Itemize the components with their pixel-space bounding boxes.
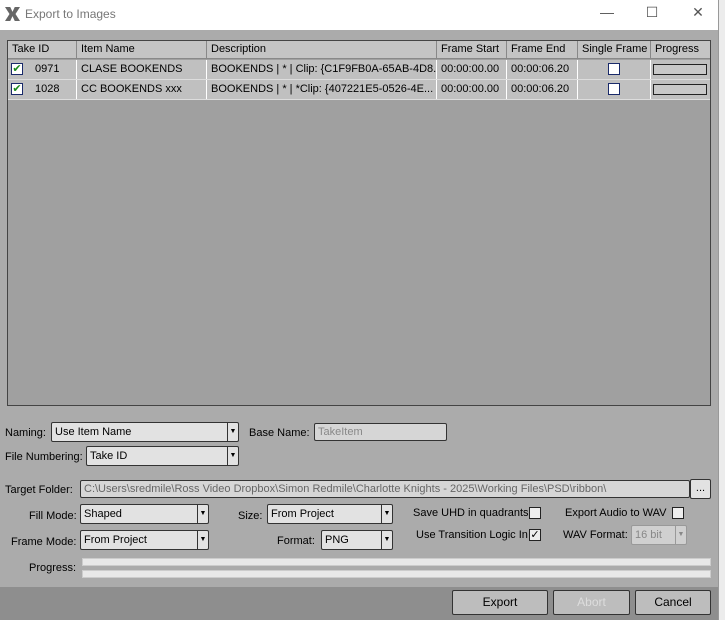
base-name-label: Base Name: bbox=[249, 427, 310, 439]
chevron-down-icon: ▼ bbox=[381, 505, 392, 523]
fill-mode-value: Shaped bbox=[84, 508, 122, 520]
col-progress[interactable]: Progress bbox=[651, 41, 710, 58]
use-transition-label: Use Transition Logic In bbox=[416, 529, 528, 541]
wav-format-value: 16 bit bbox=[635, 529, 662, 541]
wav-format-label: WAV Format: bbox=[563, 529, 628, 541]
chevron-down-icon: ▼ bbox=[227, 423, 238, 441]
table-row[interactable]: ✔ 1028 CC BOOKENDS xxx BOOKENDS | * | *Cl… bbox=[8, 80, 710, 100]
use-transition-checkbox[interactable]: ✓ bbox=[529, 529, 541, 541]
chevron-down-icon: ▼ bbox=[675, 526, 686, 544]
col-take-id[interactable]: Take ID bbox=[8, 41, 77, 58]
save-uhd-checkbox[interactable] bbox=[529, 507, 541, 519]
frame-start: 00:00:00.00 bbox=[437, 80, 507, 99]
take-id: 1028 bbox=[35, 83, 60, 95]
description: BOOKENDS | * | Clip: {C1F9FB0A-65AB-4D8.… bbox=[207, 60, 437, 79]
size-select[interactable]: From Project ▼ bbox=[267, 504, 393, 524]
app-logo-icon bbox=[5, 7, 20, 21]
button-bar: Export Abort Cancel bbox=[0, 587, 718, 620]
item-name: CC BOOKENDS xxx bbox=[77, 80, 207, 99]
save-uhd-label: Save UHD in quadrants bbox=[413, 507, 529, 519]
background-window-edge bbox=[718, 0, 725, 620]
window-title: Export to Images bbox=[25, 7, 116, 21]
row-checkbox[interactable]: ✔ bbox=[11, 83, 23, 96]
abort-button[interactable]: Abort bbox=[553, 590, 630, 615]
progress-bar-1 bbox=[82, 558, 711, 566]
size-label: Size: bbox=[238, 510, 263, 522]
item-name: CLASE BOOKENDS bbox=[77, 60, 207, 79]
naming-value: Use Item Name bbox=[55, 426, 132, 438]
file-numbering-select[interactable]: Take ID ▼ bbox=[86, 446, 239, 466]
close-button[interactable]: ✕ bbox=[683, 4, 713, 24]
col-item-name[interactable]: Item Name bbox=[77, 41, 207, 58]
col-single-frame[interactable]: Single Frame bbox=[578, 41, 651, 58]
progress-bar-2 bbox=[82, 570, 711, 578]
export-audio-label: Export Audio to WAV bbox=[565, 507, 667, 519]
file-numbering-label: File Numbering: bbox=[5, 451, 83, 463]
target-folder-label: Target Folder: bbox=[5, 484, 73, 496]
single-frame-checkbox[interactable] bbox=[608, 83, 620, 96]
chevron-down-icon: ▼ bbox=[227, 447, 238, 465]
col-frame-end[interactable]: Frame End bbox=[507, 41, 578, 58]
export-dialog: Export to Images — ☐ ✕ Take ID Item Name… bbox=[0, 0, 718, 620]
format-select[interactable]: PNG ▼ bbox=[321, 530, 393, 550]
table-header: Take ID Item Name Description Frame Star… bbox=[8, 41, 710, 59]
naming-label: Naming: bbox=[5, 427, 46, 439]
col-frame-start[interactable]: Frame Start bbox=[437, 41, 507, 58]
table-row[interactable]: ✔ 0971 CLASE BOOKENDS BOOKENDS | * | Clip… bbox=[8, 60, 710, 80]
minimize-button[interactable]: — bbox=[592, 4, 622, 24]
target-folder-input[interactable]: C:\Users\sredmile\Ross Video Dropbox\Sim… bbox=[80, 480, 690, 498]
format-value: PNG bbox=[325, 534, 349, 546]
takes-table: Take ID Item Name Description Frame Star… bbox=[7, 40, 711, 406]
progress-label: Progress: bbox=[29, 562, 77, 574]
size-value: From Project bbox=[271, 508, 334, 520]
naming-select[interactable]: Use Item Name ▼ bbox=[51, 422, 239, 442]
fill-mode-select[interactable]: Shaped ▼ bbox=[80, 504, 209, 524]
row-checkbox[interactable]: ✔ bbox=[11, 63, 23, 76]
title-bar: Export to Images — ☐ ✕ bbox=[0, 0, 718, 30]
take-id: 0971 bbox=[35, 63, 60, 75]
frame-start: 00:00:00.00 bbox=[437, 60, 507, 79]
frame-end: 00:00:06.20 bbox=[507, 80, 578, 99]
fill-mode-label: Fill Mode: bbox=[29, 510, 77, 522]
frame-mode-value: From Project bbox=[84, 534, 147, 546]
format-label: Format: bbox=[277, 535, 315, 547]
maximize-button[interactable]: ☐ bbox=[637, 4, 667, 24]
col-description[interactable]: Description bbox=[207, 41, 437, 58]
chevron-down-icon: ▼ bbox=[197, 531, 208, 549]
export-audio-checkbox[interactable] bbox=[672, 507, 684, 519]
description: BOOKENDS | * | *Clip: {407221E5-0526-4E.… bbox=[207, 80, 437, 99]
cancel-button[interactable]: Cancel bbox=[635, 590, 711, 615]
chevron-down-icon: ▼ bbox=[197, 505, 208, 523]
file-numbering-value: Take ID bbox=[90, 450, 128, 462]
frame-end: 00:00:06.20 bbox=[507, 60, 578, 79]
row-progress-bar bbox=[653, 84, 707, 95]
frame-mode-label: Frame Mode: bbox=[11, 536, 77, 548]
wav-format-select[interactable]: 16 bit ▼ bbox=[631, 525, 687, 545]
base-name-input[interactable]: TakeItem bbox=[314, 423, 447, 441]
single-frame-checkbox[interactable] bbox=[608, 63, 620, 76]
browse-button[interactable]: ... bbox=[690, 479, 711, 499]
frame-mode-select[interactable]: From Project ▼ bbox=[80, 530, 209, 550]
chevron-down-icon: ▼ bbox=[381, 531, 392, 549]
export-button[interactable]: Export bbox=[452, 590, 548, 615]
row-progress-bar bbox=[653, 64, 707, 75]
